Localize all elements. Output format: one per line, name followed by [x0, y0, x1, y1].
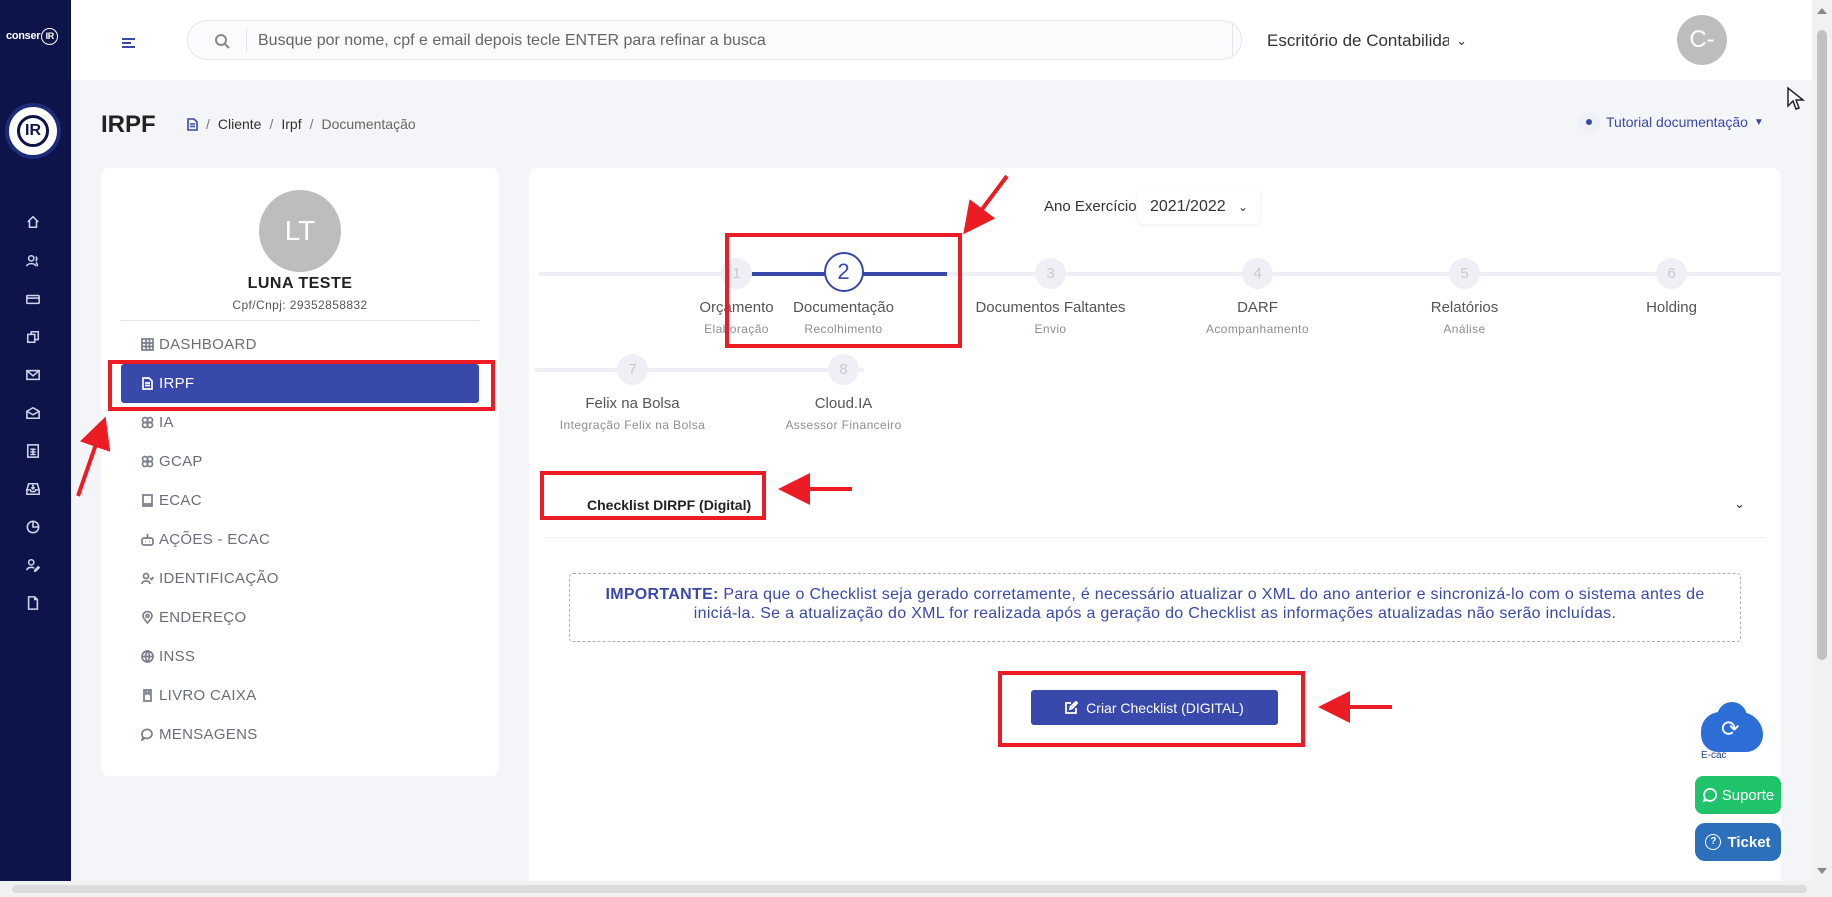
breadcrumb: / Cliente / Irpf / Documentação: [187, 116, 416, 132]
client-document: Cpf/Cnpj: 29352858832: [232, 298, 368, 312]
step-cloud-ia[interactable]: 8 Cloud.IA Assessor Financeiro: [740, 354, 947, 432]
copy-icon[interactable]: [25, 329, 41, 345]
nav-item-inss[interactable]: INSS: [121, 637, 479, 676]
grid-icon: [141, 338, 154, 351]
mail-icon[interactable]: [25, 367, 41, 383]
year-label: Ano Exercício: [1044, 198, 1137, 215]
brain-icon: [141, 455, 154, 468]
vertical-scrollbar[interactable]: [1812, 0, 1832, 881]
nav-item-mensagens[interactable]: MENSAGENS: [121, 715, 479, 754]
main-card: Ano Exercício 2021/2022 ⌄ 1 Orçamento El…: [529, 168, 1781, 897]
header-divider: [1232, 23, 1233, 56]
card-icon[interactable]: [25, 291, 41, 307]
client-card: LT LUNA TESTE Cpf/Cnpj: 29352858832 DASH…: [101, 168, 499, 776]
nav-item-livro-caixa[interactable]: LIVRO CAIXA: [121, 676, 479, 715]
whatsapp-icon: [1702, 788, 1717, 803]
scroll-up-icon[interactable]: [1817, 8, 1827, 14]
scroll-down-icon[interactable]: [1817, 868, 1827, 874]
support-button[interactable]: Suporte: [1695, 776, 1781, 814]
pie-chart-icon[interactable]: [25, 519, 41, 535]
cloud-sync-icon: ⟳: [1701, 702, 1763, 752]
user-avatar[interactable]: C-: [1677, 15, 1727, 65]
globe-icon: [141, 650, 154, 663]
app-logo[interactable]: conser IR: [6, 28, 59, 45]
caret-down-icon: ▼: [1753, 116, 1764, 128]
chat-icon: [141, 728, 153, 741]
user-edit-icon[interactable]: [25, 557, 41, 573]
top-header: Escritório de Contabilidade Co ⌄ C-: [71, 0, 1812, 80]
user-check-icon: [141, 572, 154, 585]
annotation-box-checklist: [540, 471, 766, 520]
annotation-box-create-button: [998, 671, 1305, 747]
tutorial-dropdown[interactable]: Tutorial documentação ▼: [1578, 111, 1764, 133]
chevron-down-icon: ⌄: [1456, 33, 1467, 48]
search-icon: [215, 34, 230, 49]
year-select[interactable]: 2021/2022 ⌄: [1138, 190, 1260, 224]
breadcrumb-cliente[interactable]: Cliente: [218, 116, 262, 132]
mouse-cursor-icon: [1787, 86, 1806, 110]
book-icon: [143, 689, 152, 702]
hscroll-thumb[interactable]: [12, 885, 1807, 893]
spreadsheet-icon[interactable]: [25, 443, 41, 459]
step-felix-na-bolsa[interactable]: 7 Felix na Bolsa Integração Felix na Bol…: [529, 354, 736, 432]
step-darf[interactable]: 4 DARF Acompanhamento: [1154, 258, 1361, 336]
file-icon[interactable]: [25, 595, 41, 611]
map-pin-icon: [142, 611, 153, 624]
nav-item-endereco[interactable]: ENDEREÇO: [121, 598, 479, 637]
ecac-widget[interactable]: ⟳ E-cac: [1697, 702, 1767, 762]
chevron-down-icon: ⌄: [1237, 200, 1248, 214]
help-icon: ?: [1705, 834, 1722, 850]
arrow-to-irpf: [76, 416, 111, 497]
menu-toggle-icon[interactable]: [122, 38, 135, 48]
search-bar[interactable]: [187, 20, 1242, 60]
nav-item-gcap[interactable]: GCAP: [121, 442, 479, 481]
nav-item-dashboard[interactable]: DASHBOARD: [121, 325, 479, 364]
important-notice: IMPORTANTE: Para que o Checklist seja ge…: [569, 573, 1741, 642]
robot-icon: [141, 534, 154, 546]
tutorial-dot-icon: [1578, 111, 1600, 133]
chevron-down-icon[interactable]: ⌄: [1734, 496, 1745, 512]
brain-icon: [141, 416, 154, 429]
step-documentos-faltantes[interactable]: 3 Documentos Faltantes Envio: [947, 258, 1154, 336]
nav-item-acoes-ecac[interactable]: AÇÕES - ECAC: [121, 520, 479, 559]
app-emblem[interactable]: IR: [5, 103, 61, 159]
app-rail: conser IR IR: [0, 0, 71, 881]
client-name: LUNA TESTE: [247, 275, 353, 292]
users-icon[interactable]: [25, 253, 41, 269]
step-holding[interactable]: 6 Holding: [1568, 258, 1775, 322]
document-icon[interactable]: [187, 117, 198, 131]
page-title: IRPF: [101, 111, 156, 138]
nav-item-ecac[interactable]: ECAC: [121, 481, 479, 520]
home-icon[interactable]: [25, 214, 41, 230]
breadcrumb-current: Documentação: [321, 116, 416, 132]
search-separator: [246, 29, 247, 53]
scroll-thumb[interactable]: [1817, 30, 1827, 660]
breadcrumb-irpf[interactable]: Irpf: [281, 116, 301, 132]
client-avatar: LT: [259, 190, 341, 272]
book-icon: [142, 494, 153, 507]
nav-item-identificacao[interactable]: IDENTIFICAÇÃO: [121, 559, 479, 598]
annotation-box-irpf: [108, 360, 495, 411]
ticket-button[interactable]: ? Ticket: [1695, 823, 1781, 861]
annotation-box-documentacao: [725, 233, 962, 348]
mail-open-icon[interactable]: [25, 405, 41, 421]
horizontal-scrollbar[interactable]: [0, 881, 1832, 897]
search-input[interactable]: [258, 30, 1218, 52]
inbox-icon[interactable]: [25, 481, 41, 497]
step-relatorios[interactable]: 5 Relatórios Análise: [1361, 258, 1568, 336]
office-select[interactable]: Escritório de Contabilidade Co ⌄: [1251, 22, 1481, 60]
